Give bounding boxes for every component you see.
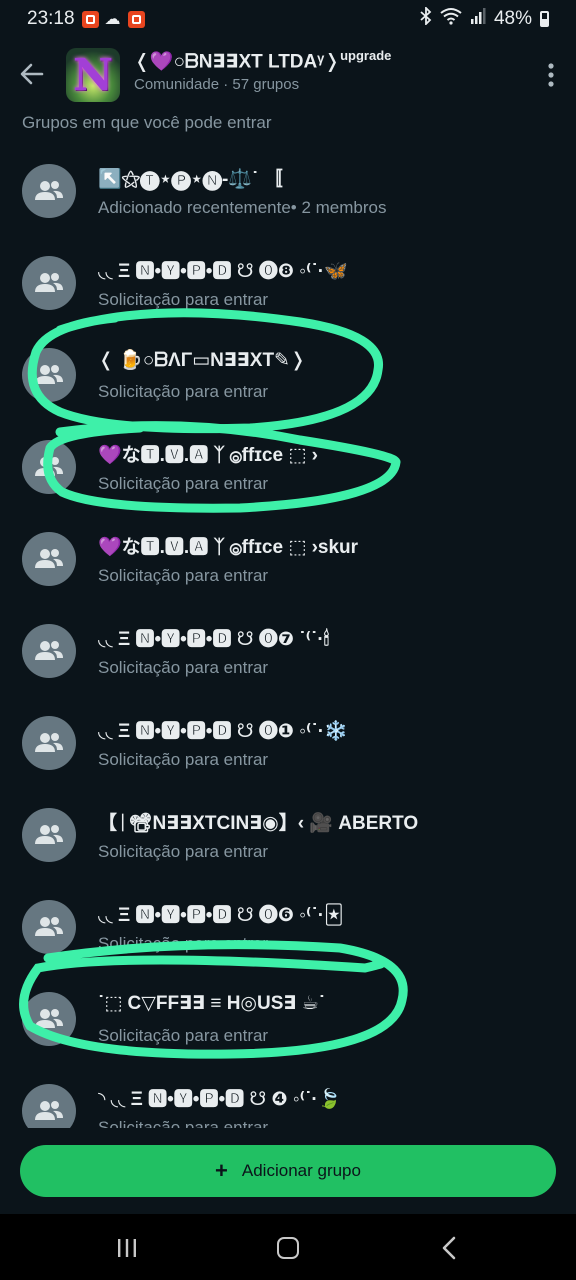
status-indicators: 48% [420,5,549,31]
group-people-icon [35,549,63,568]
community-title-main: ❬💜○ᗷN∃∃XT LTDA [134,51,318,73]
plus-icon: + [215,1158,228,1183]
community-avatar-letter: N [72,50,114,101]
battery-label: 48% [493,8,532,29]
group-status: Solicitação para entrar [98,658,269,677]
group-name: ❬ 🍺○ᗷΛΓ▭N∃∃XT✎❭ [98,350,306,371]
group-row[interactable]: ◝ ◟◟ Ξ 🅽•🆈•🅿•🅳 ☋ ❹ ◦⁽˙·🍃 Solicitação par… [0,1066,576,1128]
app-notification-icon [81,10,99,28]
group-people-icon [35,273,63,292]
group-row[interactable]: ◟◟ Ξ 🅽•🆈•🅿•🅳 ☋ ⓿❻ ◦⁽˙·🃏 Solicitação para… [0,882,576,974]
group-list[interactable]: ↖️⚝🅣⋆🅟⋆🅝-⚖️˙ 〚 Adicionado recentemente• … [0,146,576,1128]
group-status: Solicitação para entrar [98,566,269,585]
group-status: Solicitação para entrar [98,1118,269,1128]
group-row[interactable]: 💜な🆃.🆅.🅰 ᛉ ⓞffɪᴄe ⬚ › Solicitação para en… [0,422,576,514]
group-name: ◟◟ Ξ 🅽•🆈•🅿•🅳 ☋ ⓿❶ ◦⁽˙·❄️ [98,721,348,742]
group-row[interactable]: ˙⬚ C▽FF∃∃ ≡ H◎US∃ ☕˙ Solicitação para en… [0,974,576,1066]
add-group-button[interactable]: + Adicionar grupo [20,1145,556,1197]
back-arrow-icon[interactable] [18,60,46,88]
group-people-icon [35,1009,63,1028]
group-status: Solicitação para entrar [98,474,269,493]
section-title: Grupos em que você pode entrar [22,113,272,132]
group-name: ◟◟ Ξ 🅽•🆈•🅿•🅳 ☋ ⓿❻ ◦⁽˙·🃏 [98,905,344,926]
bluetooth-icon [420,5,432,31]
group-avatar [22,164,76,218]
community-title[interactable]: ❬💜○ᗷN∃∃XT LTDAᵞ❭upgrade [134,48,391,73]
group-people-icon [35,733,63,752]
status-bar: 23:18 ☁ 48% [0,0,576,38]
community-subtitle: Comunidade · 57 grupos [134,76,300,93]
group-status: Adicionado recentemente• 2 membros [98,198,387,217]
app-notification-icon [127,10,145,28]
group-name: ◟◟ Ξ 🅽•🆈•🅿•🅳 ☋ ⓿❽ ◦⁽˙·🦋 [98,261,348,282]
group-row[interactable]: 【ᛁ📽N∃∃XTCIN∃◉】‹ 🎥 ABERTO Solicitação par… [0,790,576,882]
group-name: 💜な🆃.🆅.🅰 ᛉ ⓞffɪᴄe ⬚ ›skur [98,537,359,558]
group-people-icon [35,917,63,936]
group-row[interactable]: ◟◟ Ξ 🅽•🆈•🅿•🅳 ☋ ⓿❼ ˙⁽˙·🕯 Solicitação para… [0,606,576,698]
battery-icon [540,11,549,27]
group-row[interactable]: ❬ 🍺○ᗷΛΓ▭N∃∃XT✎❭ Solicitação para entrar [0,330,576,422]
cloud-icon: ☁ [104,11,121,28]
group-avatar [22,716,76,770]
wifi-icon [440,7,462,31]
group-avatar [22,808,76,862]
app-bar: N ❬💜○ᗷN∃∃XT LTDAᵞ❭upgrade Comunidade · 5… [0,38,576,110]
group-people-icon [35,457,63,476]
group-status: Solicitação para entrar [98,934,269,953]
group-avatar [22,532,76,586]
group-status: Solicitação para entrar [98,382,269,401]
group-people-icon [35,181,63,200]
group-people-icon [35,365,63,384]
group-row[interactable]: 💜な🆃.🆅.🅰 ᛉ ⓞffɪᴄe ⬚ ›skur Solicitação par… [0,514,576,606]
system-nav-bar [0,1214,576,1280]
more-options-icon[interactable] [548,62,554,88]
signal-icon [470,8,486,30]
group-name: ◝ ◟◟ Ξ 🅽•🆈•🅿•🅳 ☋ ❹ ◦⁽˙·🍃 [98,1089,342,1110]
group-row[interactable]: ◟◟ Ξ 🅽•🆈•🅿•🅳 ☋ ⓿❶ ◦⁽˙·❄️ Solicitação par… [0,698,576,790]
community-title-badge: upgrade [340,48,392,63]
community-title-suffix: ᵞ❭ [317,51,341,73]
group-status: Solicitação para entrar [98,750,269,769]
group-people-icon [35,1101,63,1120]
group-avatar [22,1084,76,1128]
group-name: ◟◟ Ξ 🅽•🆈•🅿•🅳 ☋ ⓿❼ ˙⁽˙·🕯 [98,629,330,650]
group-status: Solicitação para entrar [98,1026,269,1045]
home-icon[interactable] [277,1237,299,1259]
group-name: ↖️⚝🅣⋆🅟⋆🅝-⚖️˙ 〚 [98,169,283,190]
nav-back-icon[interactable] [440,1236,458,1260]
group-status: Solicitação para entrar [98,290,269,309]
group-people-icon [35,825,63,844]
group-avatar [22,348,76,402]
group-avatar [22,256,76,310]
add-group-label: Adicionar grupo [241,1161,361,1180]
recents-icon[interactable] [116,1238,138,1258]
group-row[interactable]: ↖️⚝🅣⋆🅟⋆🅝-⚖️˙ 〚 Adicionado recentemente• … [0,146,576,238]
group-avatar [22,624,76,678]
group-avatar [22,992,76,1046]
group-name: 💜な🆃.🆅.🅰 ᛉ ⓞffɪᴄe ⬚ › [98,445,318,466]
group-avatar [22,440,76,494]
community-avatar[interactable]: N [66,48,120,102]
group-name: ˙⬚ C▽FF∃∃ ≡ H◎US∃ ☕˙ [98,993,326,1014]
status-time: 23:18 [27,8,75,29]
group-avatar [22,900,76,954]
group-row[interactable]: ◟◟ Ξ 🅽•🆈•🅿•🅳 ☋ ⓿❽ ◦⁽˙·🦋 Solicitação para… [0,238,576,330]
group-name: 【ᛁ📽N∃∃XTCIN∃◉】‹ 🎥 ABERTO [98,813,419,834]
group-people-icon [35,641,63,660]
group-status: Solicitação para entrar [98,842,269,861]
